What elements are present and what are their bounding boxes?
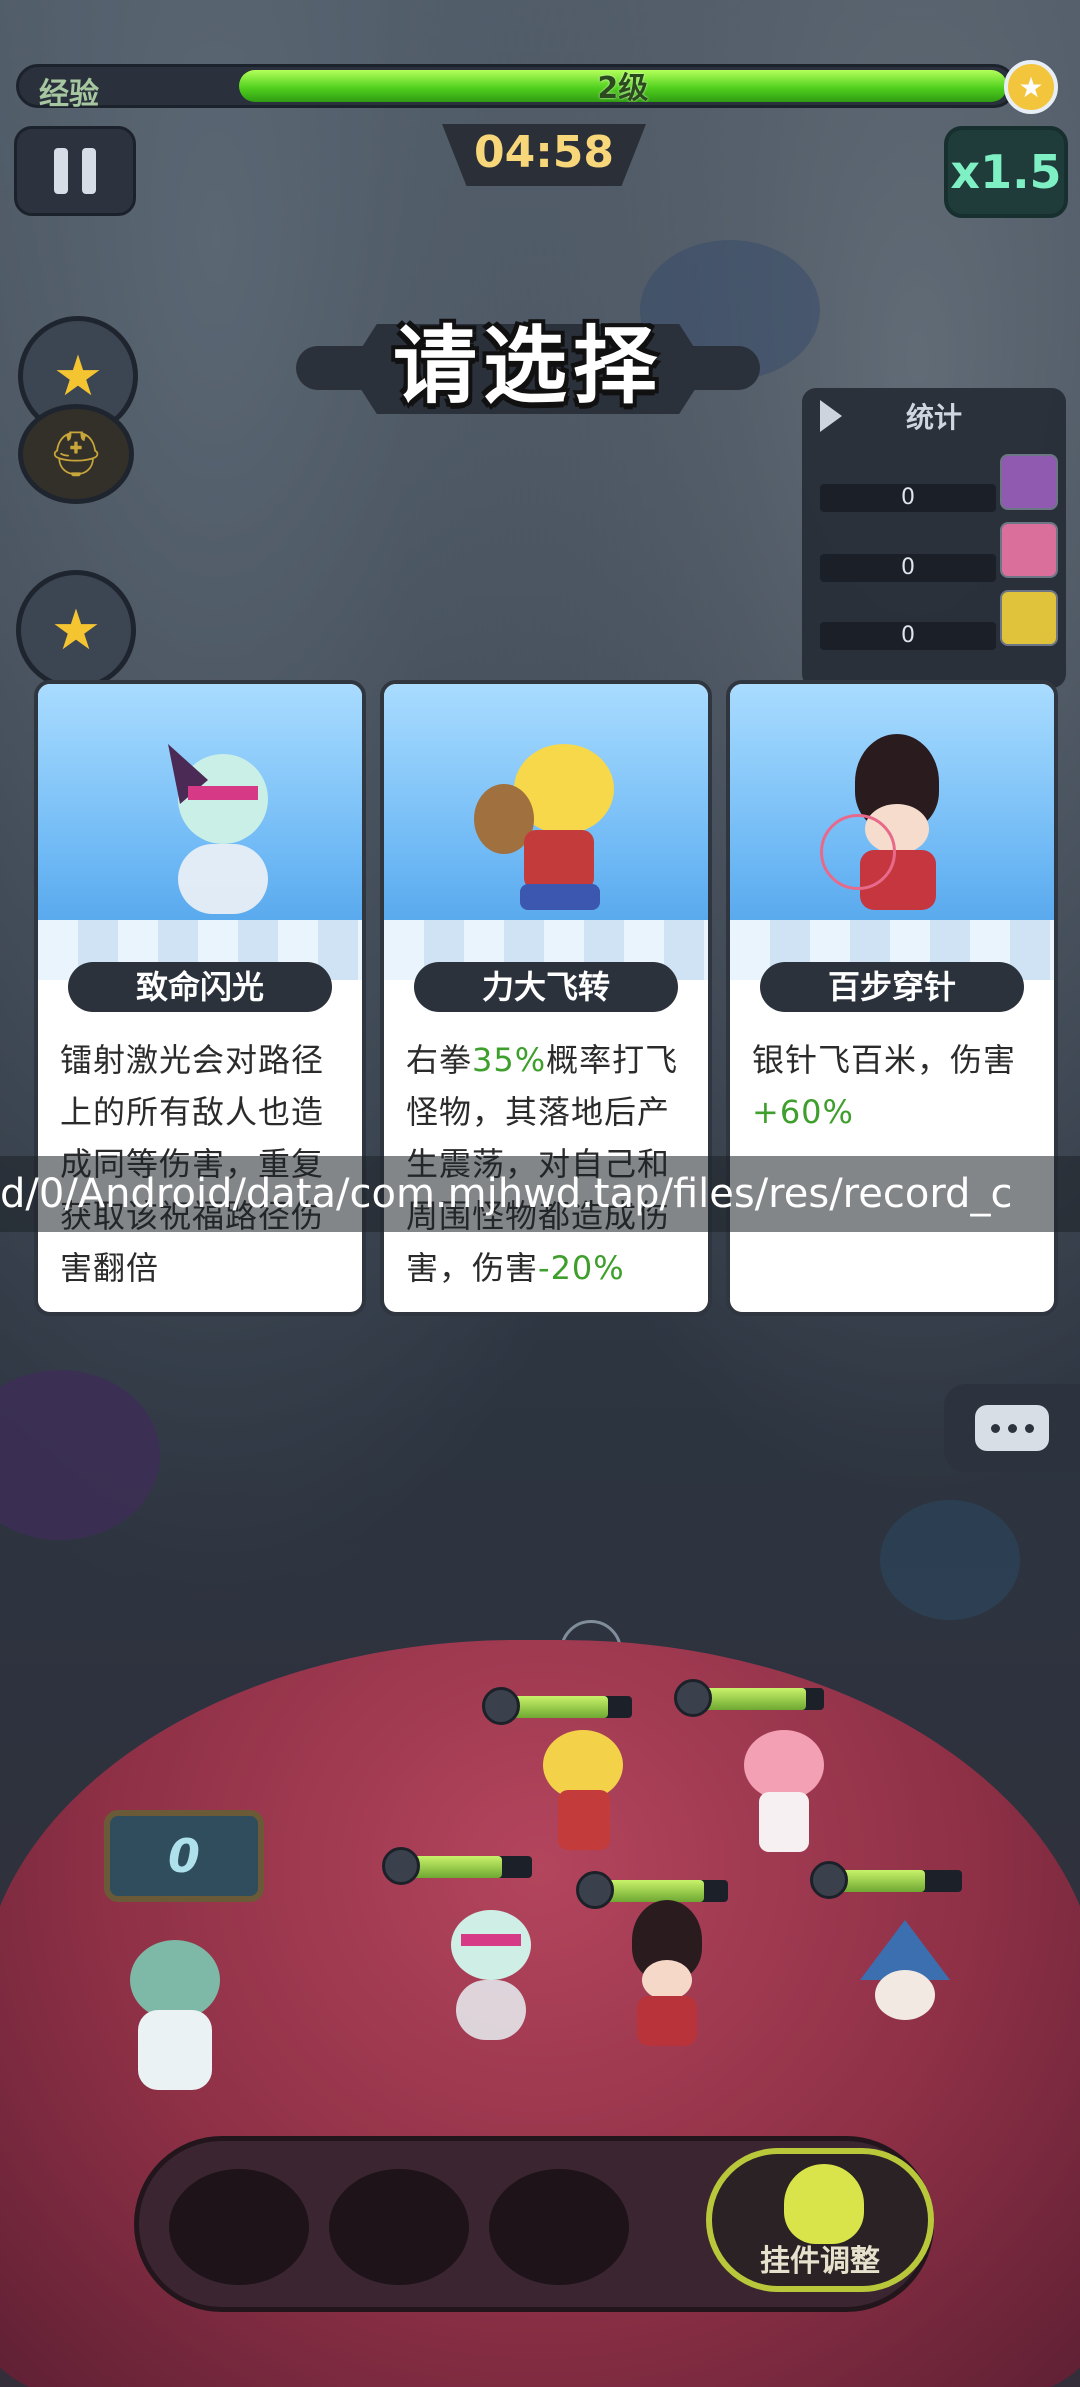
- winged-star-icon[interactable]: ★: [16, 570, 136, 690]
- card-description: 银针飞百米，伤害 +60%: [752, 1034, 1036, 1138]
- pause-icon: [54, 148, 68, 194]
- page-title: 请选择: [392, 317, 663, 415]
- helmet-icon[interactable]: ⛑: [18, 404, 134, 504]
- title-banner: 请选择: [296, 324, 760, 414]
- plugin-adjust-label: 挂件调整: [760, 2244, 880, 2279]
- hero-boxer: [528, 1730, 638, 1860]
- card-description-segment: +60%: [752, 1093, 854, 1131]
- skill-slot[interactable]: [489, 2169, 629, 2285]
- chat-icon: [975, 1405, 1049, 1451]
- card-art: [38, 684, 362, 980]
- level-text: 2级: [597, 71, 649, 106]
- card-description-segment: 右拳: [406, 1041, 473, 1079]
- card-art: [730, 684, 1054, 980]
- hero-hp-bar: [382, 1847, 532, 1885]
- hero-avatar: [1000, 590, 1058, 646]
- card-description-segment: 银针飞百米，伤害: [752, 1041, 1017, 1079]
- stats-value: 0: [820, 622, 996, 650]
- timer-text: 04:58: [473, 127, 615, 178]
- stats-title: 统计: [905, 401, 962, 434]
- hero-nurse: [734, 1730, 834, 1860]
- hero-laser: [436, 1900, 546, 2050]
- hero-needle: [612, 1900, 722, 2050]
- hero-avatar: [1000, 454, 1058, 510]
- plugin-mascot-icon: [784, 2164, 864, 2244]
- card-name: 致命闪光: [68, 962, 332, 1012]
- skill-slot[interactable]: [329, 2169, 469, 2285]
- chat-button[interactable]: [944, 1384, 1080, 1472]
- hero-hp-bar: [674, 1679, 824, 1717]
- path-overlay-text: d/0/Android/data/com.mjhwd.tap/files/res…: [0, 1171, 1013, 1217]
- pause-icon: [82, 148, 96, 194]
- card-description-segment: 35%: [472, 1041, 547, 1079]
- winged-star-icon[interactable]: ★: [1004, 60, 1058, 114]
- stats-value: 0: [820, 484, 996, 512]
- play-triangle-icon: [820, 400, 842, 432]
- hero-hp-bar: [810, 1861, 962, 1899]
- xp-fill: 2级: [239, 70, 1007, 106]
- speed-button[interactable]: x1.5: [944, 126, 1068, 218]
- hero-hp-bar: [482, 1687, 632, 1725]
- hero-mage: [850, 1920, 960, 2060]
- xp-label: 经验: [39, 77, 99, 112]
- card-name: 百步穿针: [760, 962, 1024, 1012]
- hero-healer: [110, 1940, 240, 2110]
- counter-display: 0: [104, 1810, 264, 1902]
- plugin-adjust-button[interactable]: 挂件调整: [706, 2148, 934, 2292]
- xp-bar: 经验 2级: [16, 64, 1016, 112]
- card-description-segment: -20%: [538, 1249, 625, 1287]
- hero-avatar: [1000, 522, 1058, 578]
- stats-header[interactable]: 统计: [802, 388, 1066, 444]
- card-art: [384, 684, 708, 980]
- stats-value: 0: [820, 554, 996, 582]
- pause-button[interactable]: [14, 126, 136, 216]
- hero-hp-bar: [576, 1871, 728, 1909]
- stats-panel: 统计 0 0 0: [802, 388, 1066, 688]
- card-name: 力大飞转: [414, 962, 678, 1012]
- skill-slot[interactable]: [169, 2169, 309, 2285]
- timer: 04:58: [442, 124, 646, 186]
